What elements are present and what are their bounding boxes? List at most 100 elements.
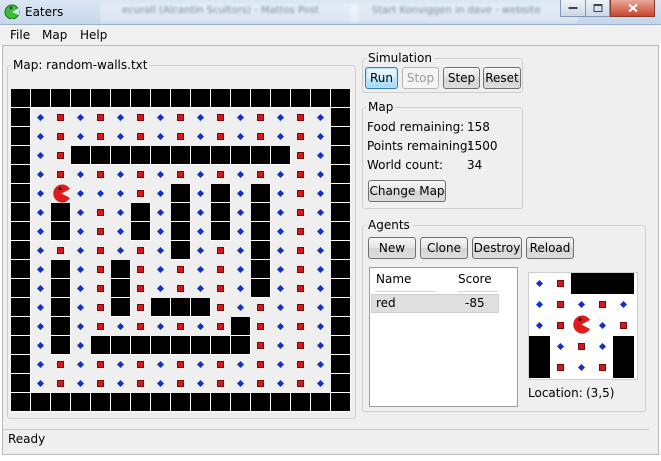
normal-food: [271, 336, 291, 355]
wall-cell: [211, 184, 231, 203]
bonus-food: [251, 374, 271, 393]
table-row[interactable]: red -85: [371, 294, 499, 313]
minimize-button[interactable]: [560, 0, 586, 17]
wall-cell: [331, 241, 351, 260]
maximize-button[interactable]: [585, 0, 610, 17]
normal-food: [151, 165, 171, 184]
menu-file[interactable]: File: [10, 28, 30, 42]
normal-food: [191, 127, 211, 146]
wall-cell: [251, 393, 271, 412]
normal-food: [151, 317, 171, 336]
change-map-button[interactable]: Change Map: [368, 180, 446, 202]
normal-food: [31, 241, 51, 260]
new-agent-button[interactable]: New: [368, 237, 416, 259]
world-grid: [11, 89, 351, 412]
wall-cell: [151, 89, 171, 108]
bonus-food: [291, 298, 311, 317]
agents-table[interactable]: Name Score red -85: [369, 267, 518, 407]
agents-title: Agents: [368, 218, 410, 232]
normal-food: [71, 203, 91, 222]
minimap-bonus-food: [550, 294, 571, 315]
wall-cell: [11, 127, 31, 146]
normal-food: [31, 127, 51, 146]
bonus-food: [51, 165, 71, 184]
reload-agent-button[interactable]: Reload: [526, 237, 574, 259]
column-header-name[interactable]: Name: [376, 268, 436, 292]
wall-cell: [331, 146, 351, 165]
wall-cell: [11, 108, 31, 127]
wall-cell: [151, 393, 171, 412]
menu-help[interactable]: Help: [80, 28, 107, 42]
wall-cell: [291, 393, 311, 412]
wall-cell: [171, 222, 191, 241]
bonus-food: [171, 165, 191, 184]
wall-cell: [91, 146, 111, 165]
wall-cell: [71, 146, 91, 165]
status-text: Ready: [8, 432, 46, 446]
wall-cell: [11, 393, 31, 412]
column-header-score[interactable]: Score: [458, 268, 498, 292]
agent-view-grid: [529, 273, 634, 378]
wall-cell: [231, 89, 251, 108]
normal-food: [71, 374, 91, 393]
wall-cell: [51, 393, 71, 412]
normal-food: [231, 279, 251, 298]
normal-food: [31, 108, 51, 127]
close-button[interactable]: [610, 0, 655, 17]
run-button[interactable]: Run: [365, 67, 398, 89]
minimap-bonus-food: [592, 294, 613, 315]
normal-food: [111, 355, 131, 374]
map-info-title: Map: [368, 100, 394, 114]
wall-cell: [231, 393, 251, 412]
bonus-food: [171, 108, 191, 127]
bonus-food: [291, 108, 311, 127]
eater-agent: [51, 184, 71, 203]
bonus-food: [291, 222, 311, 241]
wall-cell: [11, 355, 31, 374]
normal-food: [191, 108, 211, 127]
normal-food: [191, 355, 211, 374]
normal-food: [111, 108, 131, 127]
wall-cell: [71, 393, 91, 412]
wall-cell: [131, 393, 151, 412]
menu-map[interactable]: Map: [42, 28, 67, 42]
wall-cell: [131, 203, 151, 222]
normal-food: [271, 127, 291, 146]
close-icon: [627, 3, 638, 13]
normal-food: [31, 184, 51, 203]
wall-cell: [51, 298, 71, 317]
wall-cell: [51, 203, 71, 222]
eater-icon: [53, 184, 70, 203]
wall-cell: [91, 336, 111, 355]
wall-cell: [111, 260, 131, 279]
minimap-normal-food: [613, 294, 634, 315]
wall-cell: [231, 146, 251, 165]
bonus-food: [131, 260, 151, 279]
bonus-food: [171, 279, 191, 298]
normal-food: [311, 184, 331, 203]
normal-food: [111, 317, 131, 336]
minimap-normal-food: [592, 315, 613, 336]
wall-cell: [151, 336, 171, 355]
bonus-food: [131, 127, 151, 146]
normal-food: [311, 108, 331, 127]
reset-button[interactable]: Reset: [483, 67, 521, 89]
wall-cell: [251, 203, 271, 222]
normal-food: [311, 298, 331, 317]
bonus-food: [251, 108, 271, 127]
normal-food: [111, 127, 131, 146]
wall-cell: [171, 336, 191, 355]
wall-cell: [251, 89, 271, 108]
stop-button[interactable]: Stop: [402, 67, 439, 89]
bonus-food: [131, 279, 151, 298]
wall-cell: [331, 89, 351, 108]
normal-food: [151, 127, 171, 146]
clone-agent-button[interactable]: Clone: [420, 237, 468, 259]
destroy-agent-button[interactable]: Destroy: [472, 237, 522, 259]
step-button[interactable]: Step: [443, 67, 480, 89]
normal-food: [151, 184, 171, 203]
minimap-wall-cell: [592, 273, 613, 294]
bonus-food: [91, 279, 111, 298]
minimap-normal-food: [529, 315, 550, 336]
normal-food: [271, 317, 291, 336]
